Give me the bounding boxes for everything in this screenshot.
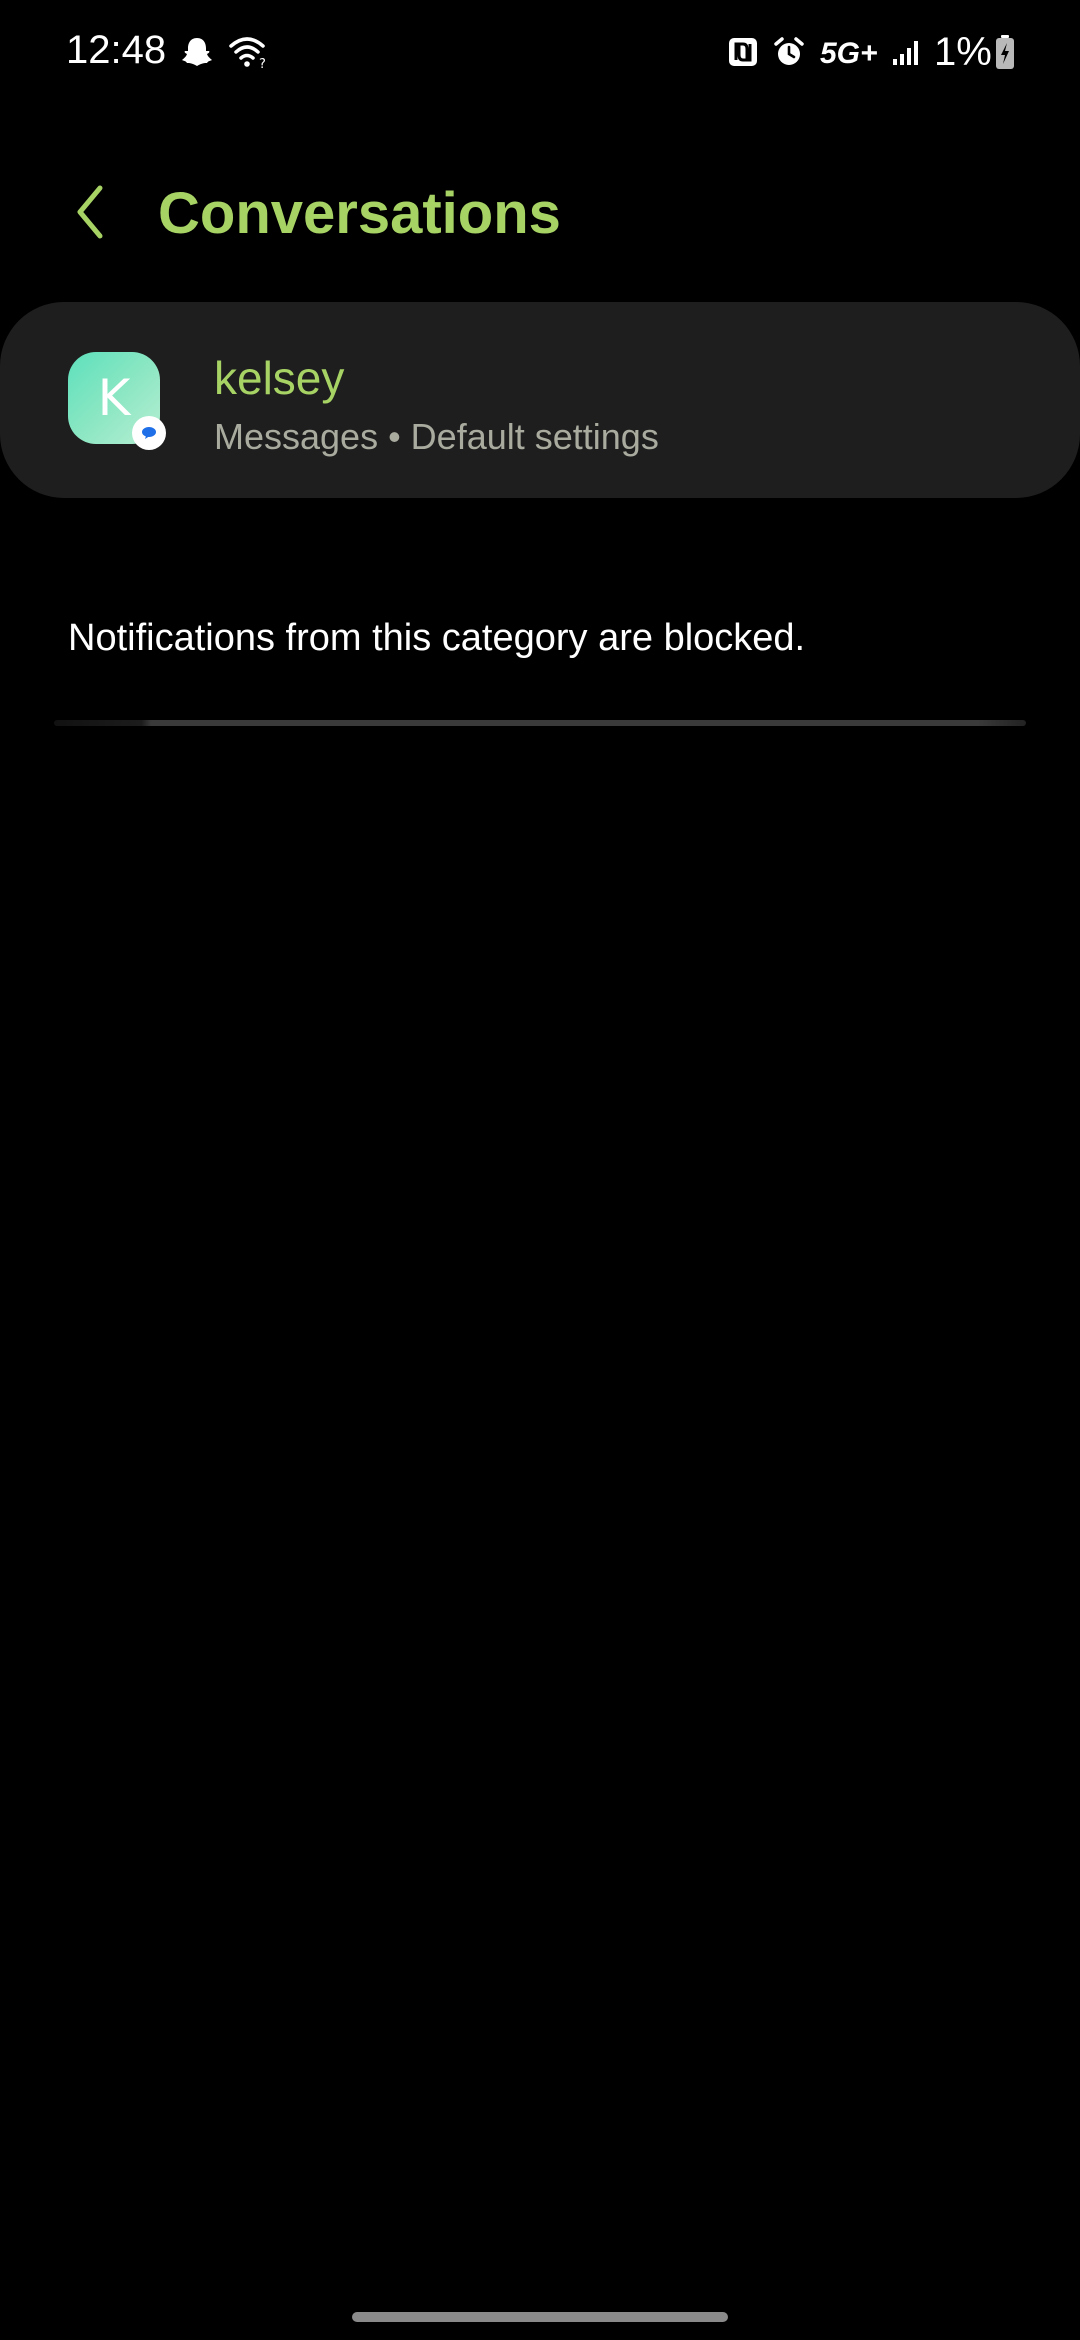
- signal-icon: [890, 30, 924, 74]
- conversation-item[interactable]: K kelsey Messages • Default settings: [0, 302, 1080, 498]
- conversation-subtitle: Messages • Default settings: [214, 416, 659, 457]
- status-time: 12:48: [66, 28, 167, 72]
- battery-charging-icon: [992, 30, 1018, 74]
- divider: [54, 720, 1026, 726]
- status-bar: 12:48 ? 5G+ 1%: [0, 0, 1080, 104]
- snapchat-icon: [176, 30, 218, 74]
- messages-app-icon: [132, 416, 166, 450]
- nfc-icon: [724, 30, 762, 74]
- wifi-icon: ?: [226, 30, 270, 74]
- svg-text:?: ?: [259, 57, 266, 69]
- blocked-notice: Notifications from this category are blo…: [68, 617, 806, 659]
- navigation-handle[interactable]: [352, 2312, 728, 2322]
- contact-name: kelsey: [214, 352, 345, 404]
- chevron-left-icon: [77, 185, 103, 239]
- page-title: Conversations: [158, 181, 561, 246]
- battery-percentage: 1%: [934, 30, 992, 74]
- avatar-letter: K: [97, 369, 131, 427]
- network-type-label: 5G+: [820, 37, 878, 70]
- alarm-icon: [770, 30, 808, 74]
- back-button[interactable]: [58, 172, 122, 252]
